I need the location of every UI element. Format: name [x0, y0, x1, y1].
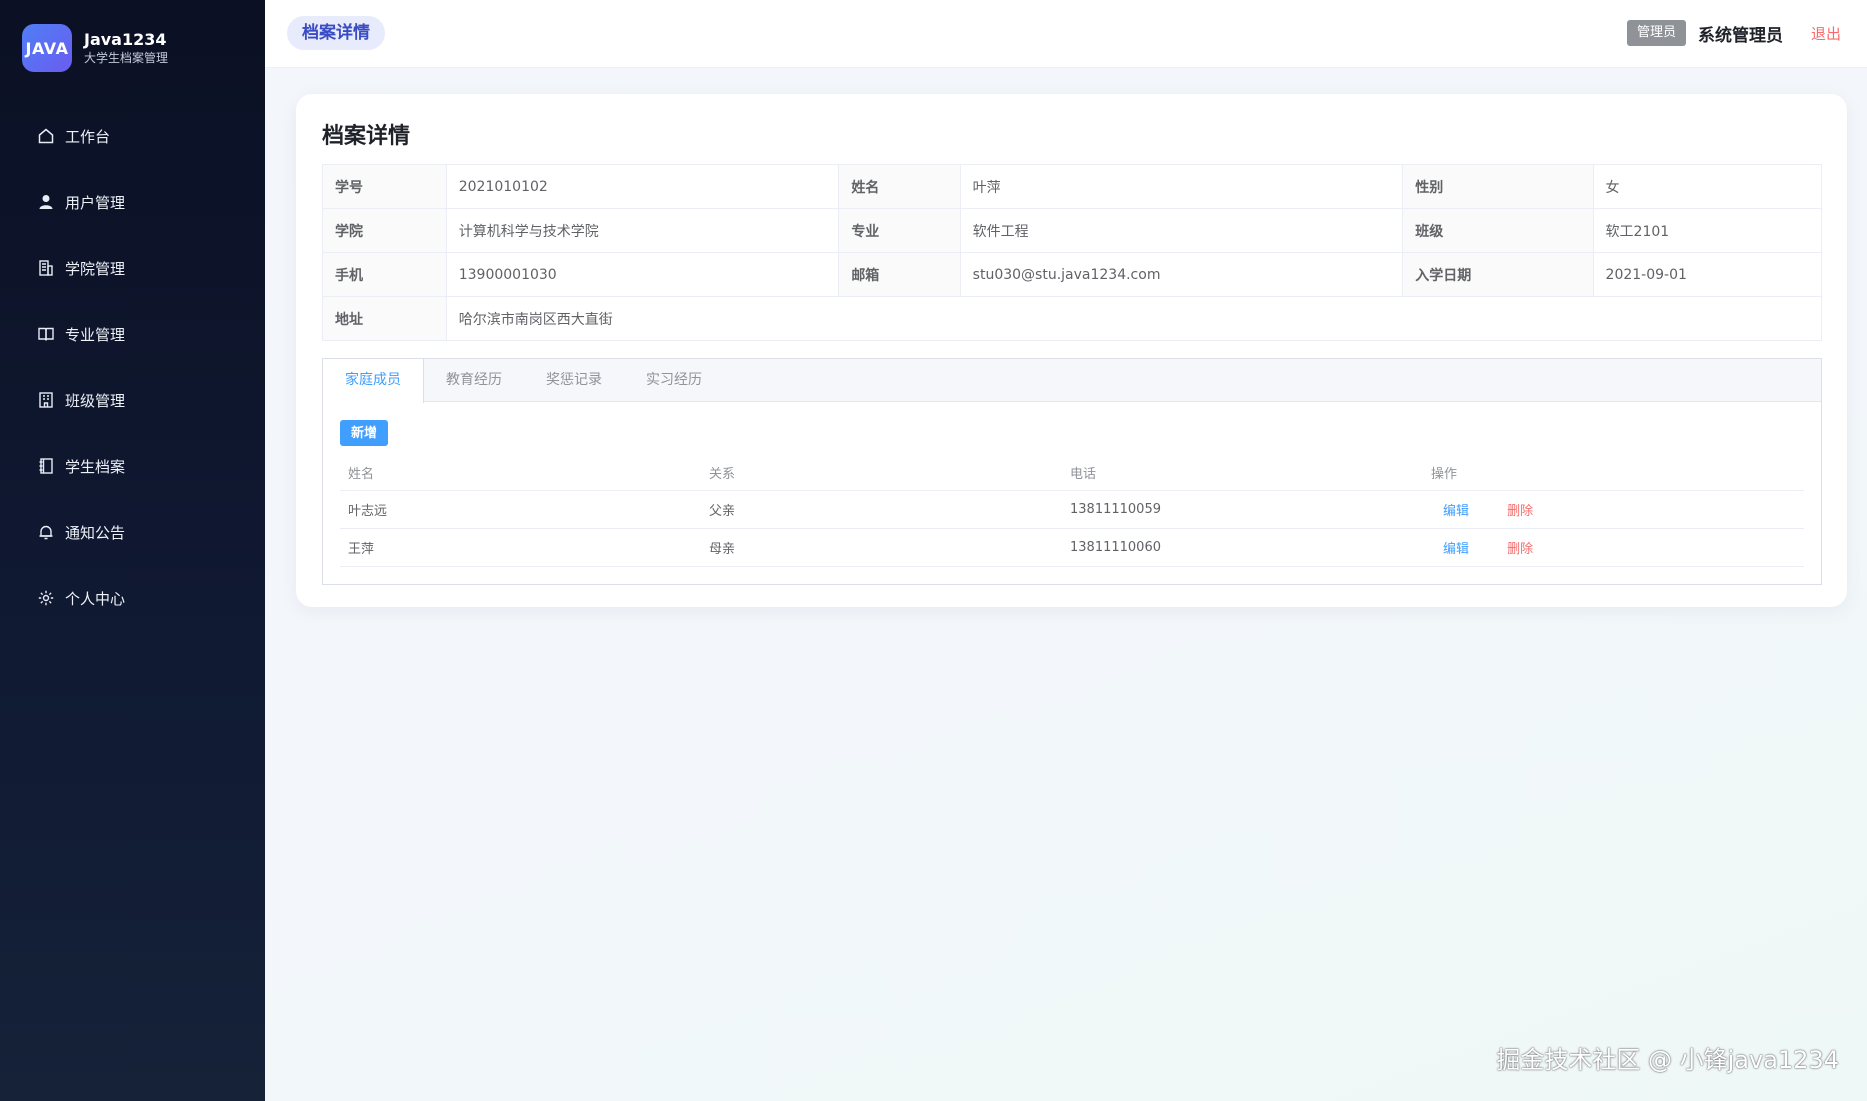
field-value: 哈尔滨市南岗区西大直街 — [445, 296, 1823, 341]
tab-rewards-punishments[interactable]: 奖惩记录 — [524, 359, 624, 402]
tab-family-members[interactable]: 家庭成员 — [323, 359, 424, 403]
delete-link[interactable]: 删除 — [1507, 504, 1533, 519]
field-label: 学院 — [322, 208, 447, 253]
field-value: 计算机科学与技术学院 — [445, 208, 840, 253]
sidebar-item-majors[interactable]: 专业管理 — [0, 301, 265, 367]
delete-link[interactable]: 删除 — [1507, 542, 1533, 557]
field-label: 姓名 — [838, 164, 961, 209]
field-value: 软件工程 — [959, 208, 1404, 253]
family-table: 姓名 关系 电话 操作 叶志远 父亲 13811110059 编辑 删除 王萍 — [340, 456, 1804, 567]
profile-descriptions: 学号 2021010102 姓名 叶萍 性别 女 学院 计算机科学与技术学院 专… — [322, 164, 1823, 341]
edit-link[interactable]: 编辑 — [1443, 504, 1469, 519]
class-icon — [37, 391, 55, 409]
notebook-icon — [37, 457, 55, 475]
column-header: 电话 — [1062, 456, 1423, 491]
field-label: 班级 — [1402, 208, 1594, 253]
sidebar-item-users[interactable]: 用户管理 — [0, 169, 265, 235]
column-header: 关系 — [701, 456, 1062, 491]
column-header: 操作 — [1423, 456, 1804, 491]
field-value: 13900001030 — [445, 252, 840, 297]
sidebar-menu: 工作台 用户管理 学院管理 专业管理 班级管理 学生档案 通知公告 个人中心 — [0, 103, 265, 631]
cell-relation: 母亲 — [701, 528, 1062, 567]
cell-phone: 13811110060 — [1062, 528, 1423, 567]
field-value: 叶萍 — [959, 164, 1404, 209]
field-value: 软工2101 — [1592, 208, 1823, 253]
page-title: 档案详情 — [322, 124, 411, 149]
building-icon — [37, 259, 55, 277]
field-value: 女 — [1592, 164, 1823, 209]
field-value: stu030@stu.java1234.com — [959, 252, 1404, 297]
sidebar: JAVA Java1234 大学生档案管理 工作台 用户管理 学院管理 专业管理… — [0, 0, 265, 1101]
sidebar-item-label: 班级管理 — [65, 391, 126, 410]
user-name: 系统管理员 — [1697, 25, 1783, 46]
gear-icon — [37, 589, 55, 607]
sidebar-item-label: 个人中心 — [65, 589, 126, 608]
sidebar-item-label: 通知公告 — [65, 523, 126, 542]
cell-actions: 编辑 删除 — [1423, 528, 1804, 567]
profile-card: 档案详情 学号 2021010102 姓名 叶萍 性别 女 学院 计算机科学与技… — [296, 94, 1847, 607]
field-label: 专业 — [838, 208, 961, 253]
field-value: 2021-09-01 — [1592, 252, 1823, 297]
sidebar-item-label: 学生档案 — [65, 457, 126, 476]
sidebar-item-student-files[interactable]: 学生档案 — [0, 433, 265, 499]
edit-link[interactable]: 编辑 — [1443, 542, 1469, 557]
sidebar-item-label: 学院管理 — [65, 259, 126, 278]
cell-relation: 父亲 — [701, 490, 1062, 529]
field-label: 入学日期 — [1402, 252, 1594, 297]
cell-phone: 13811110059 — [1062, 490, 1423, 529]
tab-header: 家庭成员 教育经历 奖惩记录 实习经历 — [323, 359, 1821, 403]
field-label: 手机 — [322, 252, 447, 297]
sidebar-item-label: 专业管理 — [65, 325, 126, 344]
field-label: 邮箱 — [838, 252, 961, 297]
top-bar: 档案详情 管理员 系统管理员 退出 — [265, 0, 1867, 68]
tab-internships[interactable]: 实习经历 — [624, 359, 724, 402]
field-label: 性别 — [1402, 164, 1594, 209]
cell-actions: 编辑 删除 — [1423, 490, 1804, 529]
role-badge: 管理员 — [1626, 20, 1686, 46]
user-area: 管理员 系统管理员 退出 — [1626, 20, 1841, 46]
breadcrumb: 档案详情 — [287, 16, 385, 50]
watermark: 掘金技术社区 @ 小锋java1234 — [1496, 1046, 1839, 1074]
cell-name: 王萍 — [340, 528, 701, 567]
main-area: 档案详情 管理员 系统管理员 退出 档案详情 学号 2021010102 姓名 … — [265, 0, 1867, 1101]
brand: JAVA Java1234 大学生档案管理 — [22, 24, 168, 72]
tab-education[interactable]: 教育经历 — [424, 359, 524, 402]
sidebar-item-classes[interactable]: 班级管理 — [0, 367, 265, 433]
book-icon — [37, 325, 55, 343]
home-icon — [37, 127, 55, 145]
field-value: 2021010102 — [445, 164, 840, 209]
sidebar-item-notices[interactable]: 通知公告 — [0, 499, 265, 565]
brand-name: Java1234 — [84, 30, 167, 49]
table-row: 王萍 母亲 13811110060 编辑 删除 — [340, 528, 1804, 567]
brand-logo: JAVA — [22, 24, 72, 72]
field-label: 学号 — [322, 164, 447, 209]
cell-name: 叶志远 — [340, 490, 701, 529]
table-row: 叶志远 父亲 13811110059 编辑 删除 — [340, 490, 1804, 529]
user-icon — [37, 193, 55, 211]
column-header: 姓名 — [340, 456, 701, 491]
field-label: 地址 — [322, 296, 447, 341]
sidebar-item-profile[interactable]: 个人中心 — [0, 565, 265, 631]
brand-subtitle: 大学生档案管理 — [84, 51, 169, 65]
add-button[interactable]: 新增 — [340, 420, 389, 446]
sidebar-item-colleges[interactable]: 学院管理 — [0, 235, 265, 301]
detail-tabs: 家庭成员 教育经历 奖惩记录 实习经历 新增 姓名 关系 电话 操作 叶志远 父 — [322, 358, 1822, 585]
logout-link[interactable]: 退出 — [1811, 23, 1841, 44]
sidebar-item-label: 工作台 — [65, 127, 111, 146]
sidebar-item-workbench[interactable]: 工作台 — [0, 103, 265, 169]
bell-icon — [37, 523, 55, 541]
sidebar-item-label: 用户管理 — [65, 193, 126, 212]
